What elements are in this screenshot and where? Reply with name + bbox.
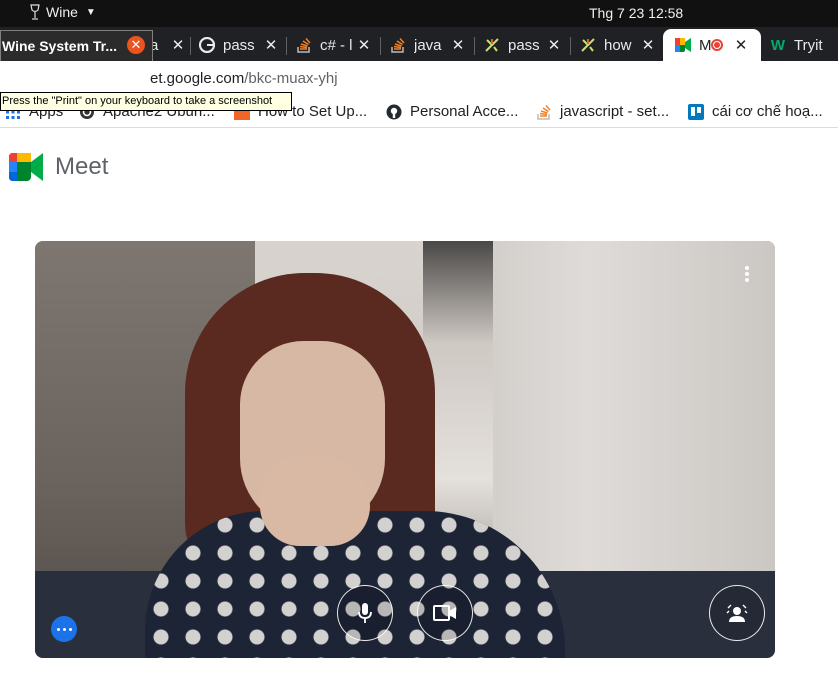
google-icon xyxy=(199,37,215,53)
tab-title: M xyxy=(699,36,711,54)
recording-icon xyxy=(711,39,723,51)
meet-icon xyxy=(675,37,691,53)
close-icon[interactable]: ✕ xyxy=(263,36,279,54)
tab-title: pass xyxy=(508,36,540,54)
tab-title: a xyxy=(150,36,159,54)
github-icon xyxy=(386,104,402,119)
video-camera-icon xyxy=(433,605,456,621)
bookmark-label: Personal Acce... xyxy=(410,103,519,120)
camera-button[interactable] xyxy=(417,585,473,641)
tab-divider xyxy=(570,37,571,55)
more-options-icon[interactable] xyxy=(737,261,757,287)
screenshot-tooltip: Press the "Print" on your keyboard to ta… xyxy=(0,92,292,111)
microphone-button[interactable] xyxy=(337,585,393,641)
clock[interactable]: Thg 7 23 12:58 xyxy=(589,5,683,21)
close-icon[interactable]: ✕ xyxy=(356,36,372,54)
stackoverflow-icon xyxy=(390,37,406,53)
close-icon[interactable]: ✕ xyxy=(640,36,656,54)
bookmark-trello[interactable]: cái cơ chế hoạ... xyxy=(688,103,823,120)
bookmark-javascript[interactable]: javascript - set... xyxy=(536,103,669,120)
system-top-bar: Wine ▼ Thg 7 23 12:58 xyxy=(0,0,838,27)
tab-4[interactable]: java ✕ xyxy=(390,29,466,61)
url-field[interactable]: et.google.com/bkc-muax-yhj xyxy=(150,70,338,87)
bookmark-github[interactable]: Personal Acce... xyxy=(386,103,518,120)
pass-icon xyxy=(580,37,596,53)
app-name: Wine xyxy=(46,4,78,20)
chevron-down-icon: ▼ xyxy=(85,6,96,18)
bookmark-label: javascript - set... xyxy=(560,103,670,120)
address-bar[interactable]: et.google.com/bkc-muax-yhj xyxy=(0,61,838,94)
tab-6[interactable]: how ✕ xyxy=(580,29,656,61)
tab-title: java xyxy=(414,36,442,54)
tab-divider xyxy=(286,37,287,55)
close-icon[interactable]: ✕ xyxy=(127,36,145,54)
tab-meet-active[interactable]: M ✕ xyxy=(663,29,761,61)
meet-logo[interactable]: Meet xyxy=(9,153,108,181)
stackoverflow-icon xyxy=(296,37,312,53)
tab-divider xyxy=(474,37,475,55)
bookmark-label: cái cơ chế hoạ... xyxy=(712,103,823,120)
tab-divider xyxy=(380,37,381,55)
wine-glass-icon xyxy=(30,4,40,20)
close-icon[interactable]: ✕ xyxy=(170,36,186,54)
close-icon[interactable]: ✕ xyxy=(546,36,562,54)
tab-title: Tryit xyxy=(794,36,823,54)
pass-icon xyxy=(484,37,500,53)
tab-divider xyxy=(190,37,191,55)
tab-8[interactable]: W Tryit xyxy=(770,29,838,61)
meet-wordmark: Meet xyxy=(55,153,109,180)
meet-icon xyxy=(9,153,43,181)
microphone-icon xyxy=(358,603,372,623)
tab-1[interactable]: a ✕ xyxy=(148,29,186,61)
w3schools-icon: W xyxy=(770,36,786,54)
tab-5[interactable]: pass ✕ xyxy=(484,29,562,61)
url-host: et.google.com xyxy=(150,70,245,87)
tab-title: c# - l xyxy=(320,36,353,54)
url-path: /bkc-muax-yhj xyxy=(244,70,338,87)
tab-title: pass xyxy=(223,36,255,54)
trello-icon xyxy=(688,103,704,120)
tab-3[interactable]: c# - l ✕ xyxy=(296,29,372,61)
stackoverflow-icon xyxy=(537,104,551,120)
app-menu[interactable]: Wine ▼ xyxy=(30,4,96,20)
video-person xyxy=(260,456,370,546)
tab-2[interactable]: pass ✕ xyxy=(199,29,279,61)
tab-title: how xyxy=(604,36,632,54)
close-icon[interactable]: ✕ xyxy=(450,36,466,54)
background-effects-icon xyxy=(726,604,748,622)
close-icon[interactable]: ✕ xyxy=(733,36,749,54)
background-effects-button[interactable] xyxy=(709,585,765,641)
self-video-tile xyxy=(35,241,775,658)
more-actions-button[interactable] xyxy=(51,616,77,642)
